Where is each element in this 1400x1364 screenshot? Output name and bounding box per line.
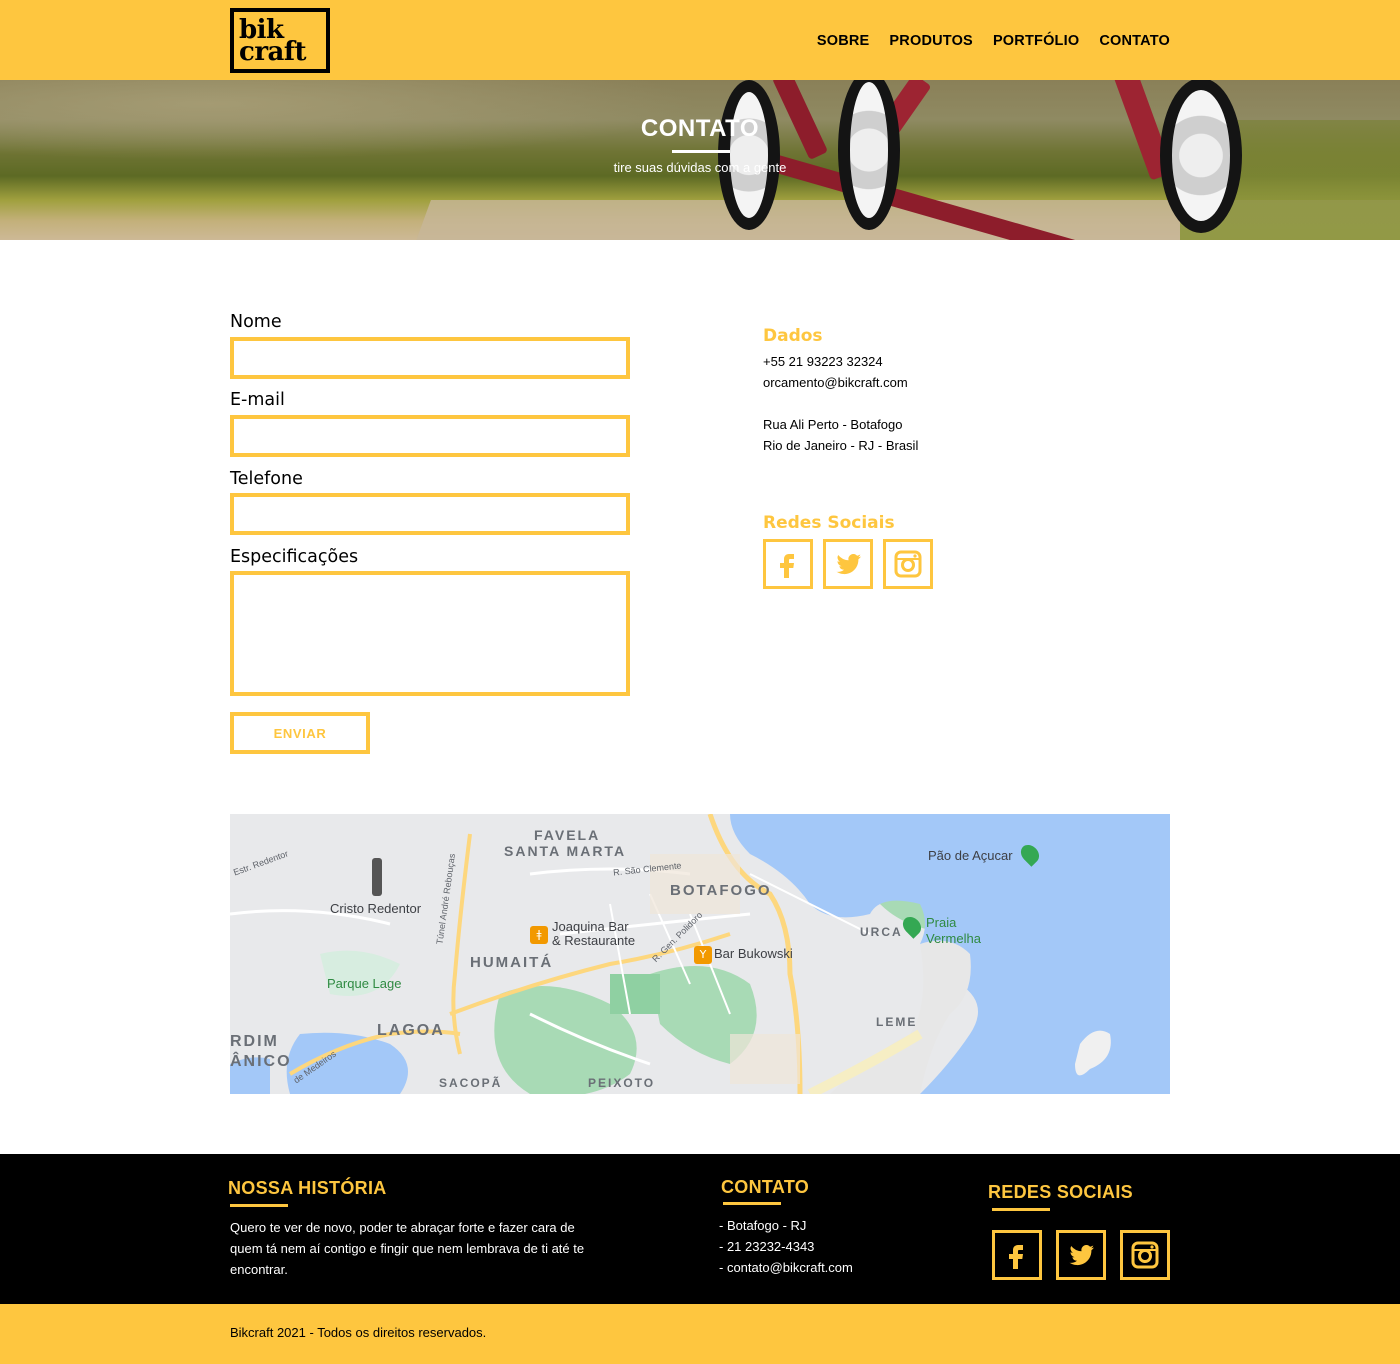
footer-contact-address: - Botafogo - RJ: [719, 1218, 807, 1233]
footer-contact-email[interactable]: - contato@bikcraft.com: [719, 1257, 853, 1278]
facebook-icon: [780, 554, 794, 578]
instagram-icon: [894, 550, 922, 578]
phone-label: Telefone: [230, 469, 303, 489]
cristo-statue-icon: [372, 858, 382, 896]
name-label: Nome: [230, 312, 282, 332]
site-footer: NOSSA HISTÓRIA Quero te ver de novo, pod…: [0, 1154, 1400, 1304]
map-label-urca: URCA: [860, 925, 903, 939]
map-label-favela: FAVELA: [534, 827, 601, 843]
twitter-icon: [1069, 1244, 1094, 1266]
nav-item-portfolio[interactable]: PORTFÓLIO: [993, 33, 1079, 49]
submit-button[interactable]: ENVIAR: [230, 712, 370, 754]
footer-social-heading: REDES SOCIAIS: [988, 1182, 1133, 1202]
social-heading: Redes Sociais: [763, 513, 895, 533]
copyright-text: Bikcraft 2021 - Todos os direitos reserv…: [230, 1325, 487, 1340]
instagram-icon: [1131, 1241, 1159, 1269]
contact-phone: +55 21 93223 32324: [763, 354, 883, 369]
map-label-rdim: RDIM: [230, 1033, 279, 1050]
address-line2: Rio de Janeiro - RJ - Brasil: [763, 438, 919, 453]
copyright-bar: Bikcraft 2021 - Todos os direitos reserv…: [0, 1304, 1400, 1364]
restaurant-pin-icon[interactable]: ǂ: [530, 926, 548, 944]
location-map[interactable]: FAVELA SANTA MARTA BOTAFOGO Pão de Açuca…: [230, 814, 1170, 1094]
name-field[interactable]: [230, 337, 630, 379]
footer-contact-phone: - 21 23232-4343: [719, 1239, 815, 1254]
footer-contact-heading: CONTATO: [721, 1177, 810, 1197]
site-header: bik craft SOBRE PRODUTOS PORTFÓLIO CONTA…: [0, 0, 1400, 80]
map-label-sacopa: SACOPÃ: [439, 1076, 503, 1090]
map-label-pao-de-acucar: Pão de Açucar: [928, 848, 1013, 863]
map-label-lagoa: LAGOA: [377, 1022, 445, 1039]
map-label-joaquina-bar: Joaquina Bar: [552, 919, 629, 934]
map-label-parque-lage: Parque Lage: [327, 976, 402, 991]
map-label-botafogo: BOTAFOGO: [670, 882, 772, 899]
instagram-link[interactable]: [883, 539, 933, 589]
nav-item-produtos[interactable]: PRODUTOS: [889, 33, 973, 49]
email-field[interactable]: [230, 415, 630, 457]
footer-instagram-link[interactable]: [1120, 1230, 1170, 1280]
map-label-peixoto: PEIXOTO: [588, 1076, 656, 1090]
map-label-bar-bukowski: Bar Bukowski: [714, 946, 793, 961]
map-label-leme: LEME: [876, 1015, 918, 1029]
address-line1: Rua Ali Perto - Botafogo: [763, 417, 903, 432]
map-label-vermelha: Vermelha: [926, 931, 981, 946]
footer-facebook-link[interactable]: [992, 1230, 1042, 1280]
footer-social-underline: [992, 1208, 1050, 1211]
nav-item-sobre[interactable]: SOBRE: [817, 33, 870, 49]
contact-email[interactable]: orcamento@bikcraft.com: [763, 375, 908, 390]
map-label-cristo-redentor: Cristo Redentor: [330, 901, 422, 916]
page-title: CONTATO: [640, 115, 760, 142]
map-label-santa-marta: SANTA MARTA: [504, 843, 627, 859]
twitter-icon: [836, 553, 861, 575]
email-label: E-mail: [230, 390, 285, 410]
dados-heading: Dados: [763, 326, 823, 346]
phone-field[interactable]: [230, 493, 630, 535]
footer-history-underline: [230, 1204, 288, 1207]
map-label-humaita: HUMAITÁ: [470, 954, 554, 971]
specs-label: Especificações: [230, 547, 359, 567]
bar-pin-icon[interactable]: Y: [694, 946, 712, 964]
facebook-icon: [1009, 1245, 1023, 1269]
title-underline: [672, 150, 730, 153]
bikcraft-logo[interactable]: bik craft: [230, 8, 330, 73]
twitter-link[interactable]: [823, 539, 873, 589]
specs-textarea[interactable]: [230, 571, 630, 696]
map-label-praia: Praia: [926, 915, 957, 930]
footer-history-text: Quero te ver de novo, poder te abraçar f…: [230, 1220, 585, 1277]
footer-history-heading: NOSSA HISTÓRIA: [228, 1178, 387, 1198]
main-nav: SOBRE PRODUTOS PORTFÓLIO CONTATO: [817, 33, 1170, 49]
footer-twitter-link[interactable]: [1056, 1230, 1106, 1280]
page-subtitle: tire suas dúvidas com a gente: [613, 160, 787, 175]
facebook-link[interactable]: [763, 539, 813, 589]
nav-item-contato[interactable]: CONTATO: [1099, 33, 1170, 49]
map-label-anico: ÂNICO: [230, 1053, 292, 1070]
footer-contact-underline: [723, 1202, 781, 1205]
map-label-joaquina-restaurante: & Restaurante: [552, 933, 636, 948]
logo-line2: craft: [239, 37, 307, 67]
